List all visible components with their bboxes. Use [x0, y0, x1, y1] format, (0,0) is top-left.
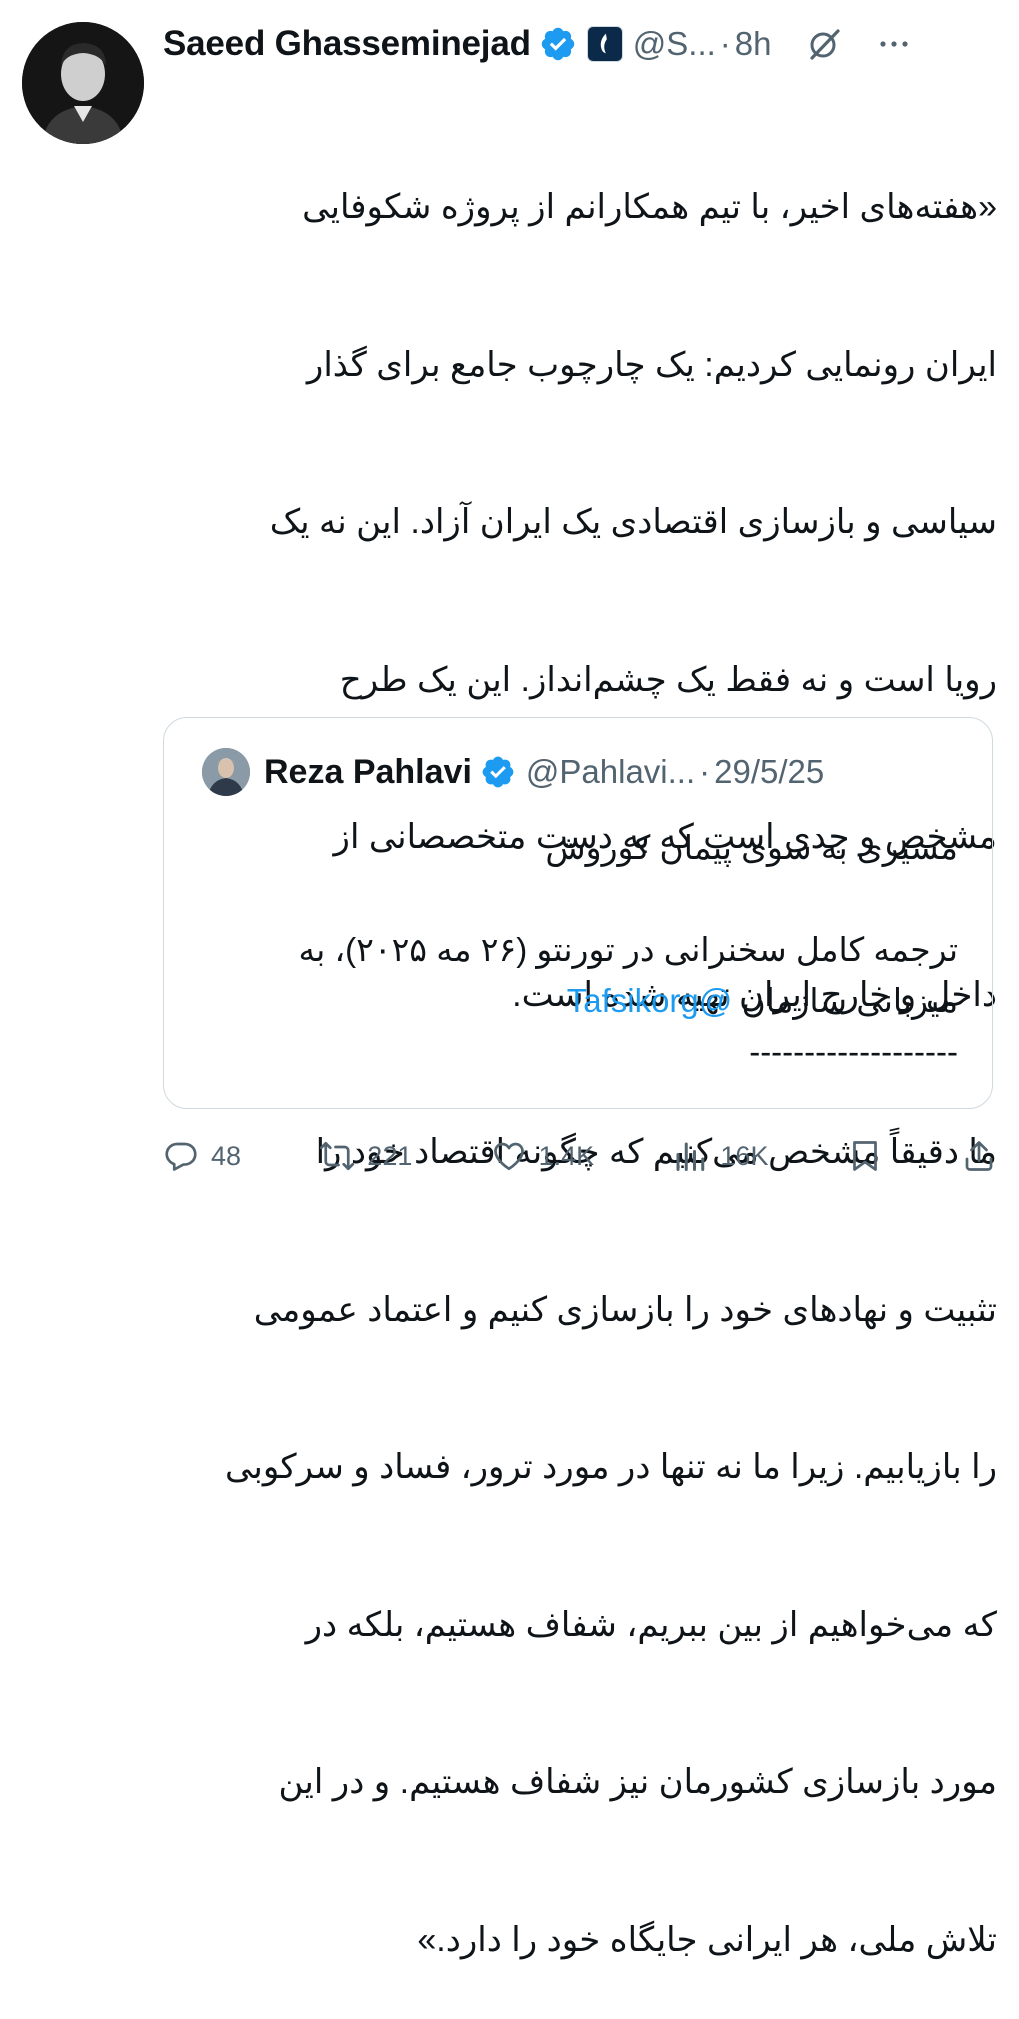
verified-badge-icon[interactable] [480, 754, 516, 790]
quoted-line-text: میزبانی سازمان [732, 982, 958, 1019]
like-count: 1.4K [538, 1140, 595, 1171]
action-bar: 48 221 1.4K 16K [163, 1132, 997, 1180]
reply-icon [165, 1142, 197, 1171]
reply-button[interactable]: 48 [163, 1138, 241, 1174]
share-icon [965, 1141, 993, 1171]
quoted-post[interactable]: Reza Pahlavi @Pahlavi... · 29/5/25 مسیری… [163, 717, 993, 1109]
author-handle[interactable]: @S... [633, 25, 716, 63]
quoted-post-header: Reza Pahlavi @Pahlavi... · 29/5/25 [202, 748, 824, 796]
post-header: Saeed Ghasseminejad @S... · 8h [163, 16, 1005, 72]
quoted-author-handle[interactable]: @Pahlavi... [526, 753, 695, 791]
mention-link[interactable]: @Tafsikorg [567, 982, 733, 1019]
quoted-post-date[interactable]: 29/5/25 [714, 753, 824, 791]
post-line: که می‌خواهیم از بین ببریم، شفاف هستیم، ب… [305, 1605, 997, 1644]
repost-icon [320, 1141, 355, 1171]
quoted-blank-line [202, 873, 958, 924]
separator-dot: · [719, 25, 731, 62]
quoted-author-avatar[interactable] [202, 748, 250, 796]
reply-count: 48 [211, 1140, 242, 1171]
post-line: ایران رونمایی کردیم: یک چارچوب جامع برای… [306, 345, 997, 384]
separator-dot: · [699, 753, 711, 790]
post-line: رویا است و نه فقط یک چشم‌انداز. این یک ط… [339, 660, 997, 699]
post-line: تلاش ملی، هر ایرانی جایگاه خود را دارد.» [417, 1920, 997, 1959]
post-time[interactable]: 8h [735, 25, 772, 63]
like-button[interactable]: 1.4K [491, 1138, 595, 1174]
author-avatar[interactable] [22, 22, 144, 144]
post-line: مورد بازسازی کشورمان نیز شفاف هستیم. و د… [278, 1763, 997, 1801]
quoted-line: ------------------- [749, 1033, 958, 1070]
quoted-author-name[interactable]: Reza Pahlavi [264, 753, 472, 792]
views-count: 16K [720, 1140, 769, 1171]
quoted-line: مسیری به سوی پیمان کوروش [545, 829, 958, 866]
quoted-line: میزبانی سازمان @Tafsikorg [202, 975, 958, 1026]
quoted-line: ترجمه کامل سخنرانی در تورنتو (۲۶ مه ۲۰۲۵… [298, 931, 958, 968]
repost-count: 221 [367, 1140, 413, 1171]
verified-badge-icon[interactable] [539, 25, 577, 63]
bookmark-button[interactable] [847, 1138, 883, 1174]
post-line: «هفته‌های اخیر، با تیم همکارانم از پروژه… [302, 188, 997, 226]
grok-icon[interactable] [806, 26, 842, 62]
share-button[interactable] [961, 1138, 997, 1174]
views-icon [676, 1142, 705, 1171]
like-icon [493, 1142, 524, 1171]
post-line: را بازیابیم. زیرا ما نه تنها در مورد ترو… [225, 1448, 997, 1486]
more-icon[interactable] [876, 26, 912, 62]
repost-button[interactable]: 221 [319, 1138, 412, 1174]
quoted-post-text: مسیری به سوی پیمان کوروش ترجمه کامل سخنر… [202, 822, 958, 1077]
post-line: تثبیت و نهادهای خود را بازسازی کنیم و اع… [253, 1290, 997, 1329]
affiliate-badge-icon[interactable] [586, 26, 623, 62]
bookmark-icon [852, 1141, 877, 1171]
post-line: سیاسی و بازسازی اقتصادی یک ایران آزاد. ا… [269, 503, 997, 541]
views-button[interactable]: 16K [672, 1138, 768, 1174]
author-name[interactable]: Saeed Ghasseminejad [163, 24, 531, 64]
